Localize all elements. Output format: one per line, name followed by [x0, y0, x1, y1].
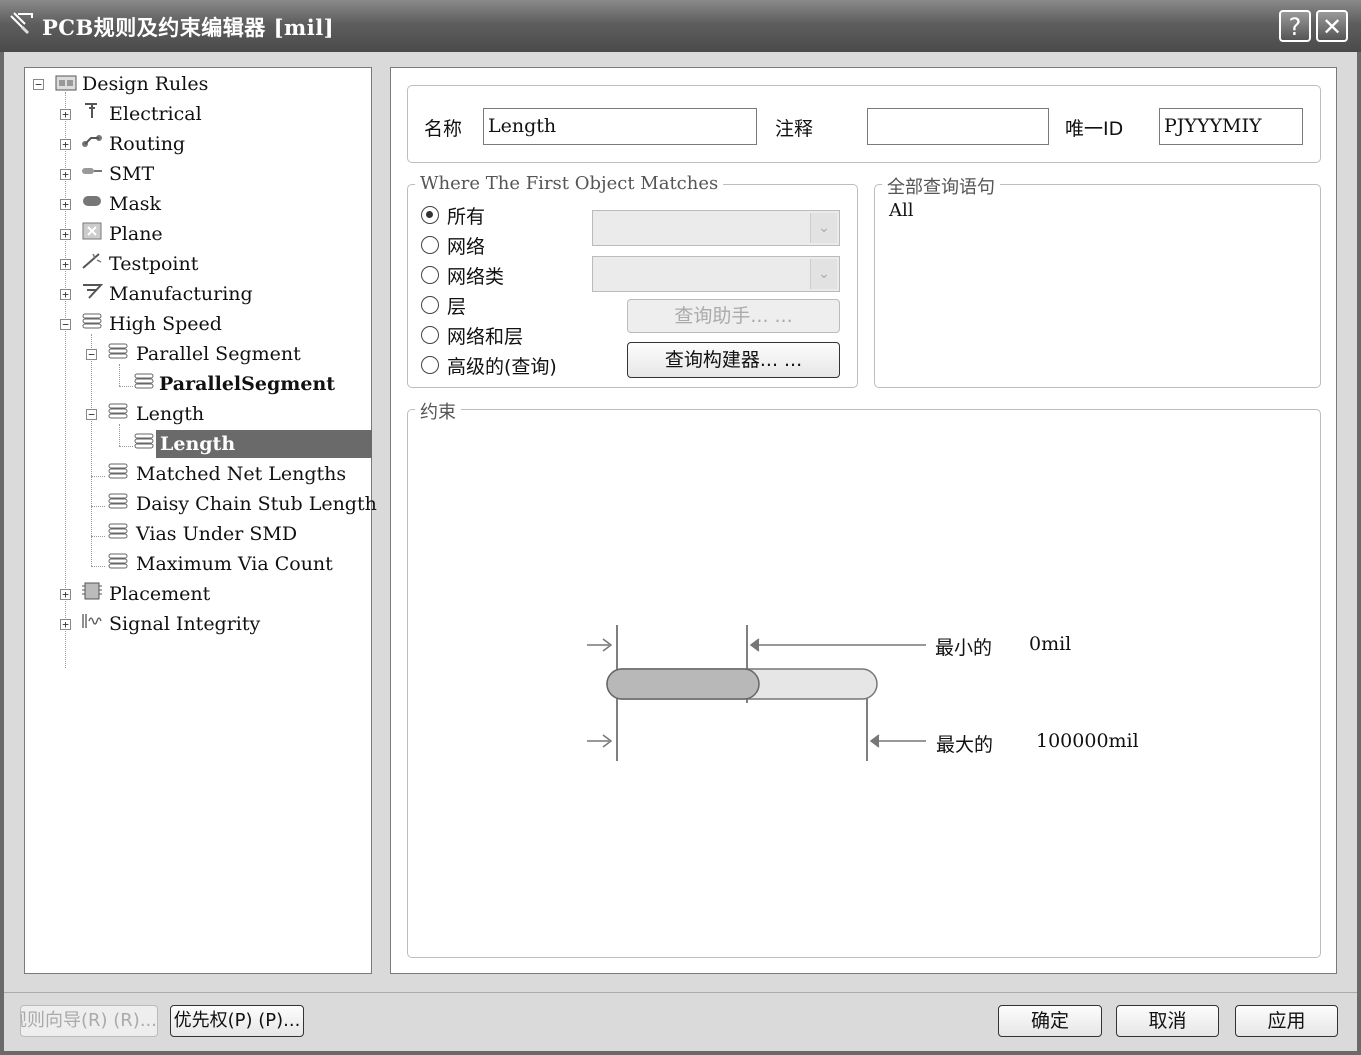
tree-item-parallelsegment-rule[interactable]: ParallelSegment: [159, 370, 335, 398]
ok-button[interactable]: 确定: [998, 1005, 1102, 1037]
tree-item-plane[interactable]: Plane: [109, 220, 163, 248]
collapse-toggle[interactable]: −: [33, 79, 44, 90]
electrical-icon: [85, 103, 97, 118]
radio-all[interactable]: [421, 206, 439, 224]
mask-icon: [83, 196, 101, 206]
radio-net-and-layer[interactable]: [421, 326, 439, 344]
routing-icon: [82, 135, 102, 147]
query-helper-button[interactable]: 查询助手... ...: [627, 299, 840, 333]
constraints-legend: 约束: [415, 398, 461, 424]
max-label: 最大的: [936, 734, 994, 756]
manufacturing-icon: [83, 284, 103, 299]
parallel-segment-icon: [108, 343, 128, 359]
tree-item-placement[interactable]: Placement: [109, 580, 210, 608]
radio-layer-label: 层: [447, 296, 467, 318]
tree-item-length-rule-selected[interactable]: Length: [156, 430, 372, 458]
expand-toggle[interactable]: +: [60, 259, 71, 270]
query-builder-button[interactable]: 查询构建器... ...: [627, 342, 840, 378]
plane-icon: [82, 222, 102, 240]
tree-item-manufacturing[interactable]: Manufacturing: [109, 280, 253, 308]
radio-layer[interactable]: [421, 296, 439, 314]
min-value[interactable]: 0mil: [1029, 633, 1071, 655]
smt-icon: [82, 168, 102, 174]
match-legend: Where The First Object Matches: [415, 173, 724, 194]
expand-toggle[interactable]: +: [60, 619, 71, 630]
net-select[interactable]: ⌄: [592, 210, 840, 246]
unique-id-input[interactable]: PJYYYMIY: [1159, 108, 1303, 145]
expand-toggle[interactable]: +: [60, 199, 71, 210]
comment-input[interactable]: [867, 108, 1049, 145]
design-rules-icon: [55, 75, 77, 91]
tree-item-routing[interactable]: Routing: [109, 130, 185, 158]
tree-item-parallel-segment[interactable]: Parallel Segment: [136, 340, 301, 368]
tree-item-design-rules[interactable]: Design Rules: [82, 70, 208, 98]
full-query-legend: 全部查询语句: [882, 173, 1000, 199]
tree-item-testpoint[interactable]: Testpoint: [109, 250, 198, 278]
collapse-toggle[interactable]: −: [86, 409, 97, 420]
radio-net-class-label: 网络类: [447, 266, 505, 288]
radio-all-label: 所有: [447, 206, 486, 228]
rule-wizard-button[interactable]: 规则向导(R) (R)...: [20, 1005, 158, 1037]
rule-icon: [134, 373, 154, 389]
name-input[interactable]: Length: [483, 108, 757, 145]
cancel-button[interactable]: 取消: [1116, 1005, 1219, 1037]
tree-item-daisy-chain-stub-length[interactable]: Daisy Chain Stub Length: [136, 490, 377, 518]
app-icon: [10, 12, 33, 35]
footer-divider: [4, 992, 1357, 993]
net-class-select[interactable]: ⌄: [592, 256, 840, 292]
close-button[interactable]: ✕: [1316, 10, 1348, 42]
expand-toggle[interactable]: +: [60, 289, 71, 300]
radio-advanced-query[interactable]: [421, 356, 439, 374]
length-icon: [108, 403, 128, 419]
priority-button[interactable]: 优先权(P) (P)...: [170, 1005, 304, 1037]
help-button[interactable]: ?: [1279, 10, 1311, 42]
chevron-down-icon: ⌄: [810, 259, 837, 289]
matched-net-lengths-icon: [108, 463, 128, 479]
max-value[interactable]: 100000mil: [1036, 730, 1139, 752]
tree-item-vias-under-smd[interactable]: Vias Under SMD: [136, 520, 297, 548]
unique-id-label: 唯一ID: [1065, 118, 1124, 140]
rule-editor-panel: 名称 Length 注释 唯一ID PJYYYMIY Where The Fir…: [390, 67, 1337, 974]
high-speed-icon: [82, 313, 102, 329]
radio-net-and-layer-label: 网络和层: [447, 326, 524, 348]
testpoint-icon: [82, 253, 102, 269]
apply-button[interactable]: 应用: [1235, 1005, 1338, 1037]
expand-toggle[interactable]: +: [60, 169, 71, 180]
daisy-chain-icon: [108, 493, 128, 509]
expand-toggle[interactable]: +: [60, 589, 71, 600]
expand-toggle[interactable]: +: [60, 109, 71, 120]
window-title: PCB规则及约束编辑器 [mil]: [42, 15, 335, 40]
collapse-toggle[interactable]: −: [60, 319, 71, 330]
expand-toggle[interactable]: +: [60, 229, 71, 240]
placement-icon: [82, 582, 102, 600]
vias-under-smd-icon: [108, 523, 128, 539]
radio-net-class[interactable]: [421, 266, 439, 284]
chevron-down-icon: ⌄: [810, 213, 837, 243]
signal-integrity-icon: [82, 614, 102, 628]
tree-item-maximum-via-count[interactable]: Maximum Via Count: [136, 550, 333, 578]
radio-net[interactable]: [421, 236, 439, 254]
tree-item-matched-net-lengths[interactable]: Matched Net Lengths: [136, 460, 346, 488]
tree-item-mask[interactable]: Mask: [109, 190, 161, 218]
comment-label: 注释: [775, 118, 814, 140]
radio-net-label: 网络: [447, 236, 486, 258]
name-label: 名称: [424, 118, 463, 140]
full-query-group: [874, 184, 1321, 388]
tree-item-signal-integrity[interactable]: Signal Integrity: [109, 610, 260, 638]
expand-toggle[interactable]: +: [60, 139, 71, 150]
tree-item-electrical[interactable]: Electrical: [109, 100, 202, 128]
tree-item-smt[interactable]: SMT: [109, 160, 154, 188]
radio-advanced-query-label: 高级的(查询): [447, 356, 557, 378]
max-via-count-icon: [108, 553, 128, 569]
tree-item-high-speed[interactable]: High Speed: [109, 310, 222, 338]
full-query-text: All: [889, 200, 914, 221]
tree-item-length[interactable]: Length: [136, 400, 204, 428]
collapse-toggle[interactable]: −: [86, 349, 97, 360]
rule-icon: [134, 433, 154, 449]
rule-tree[interactable]: − Design Rules + Electrical + Routing + …: [24, 67, 377, 974]
min-label: 最小的: [935, 637, 993, 659]
